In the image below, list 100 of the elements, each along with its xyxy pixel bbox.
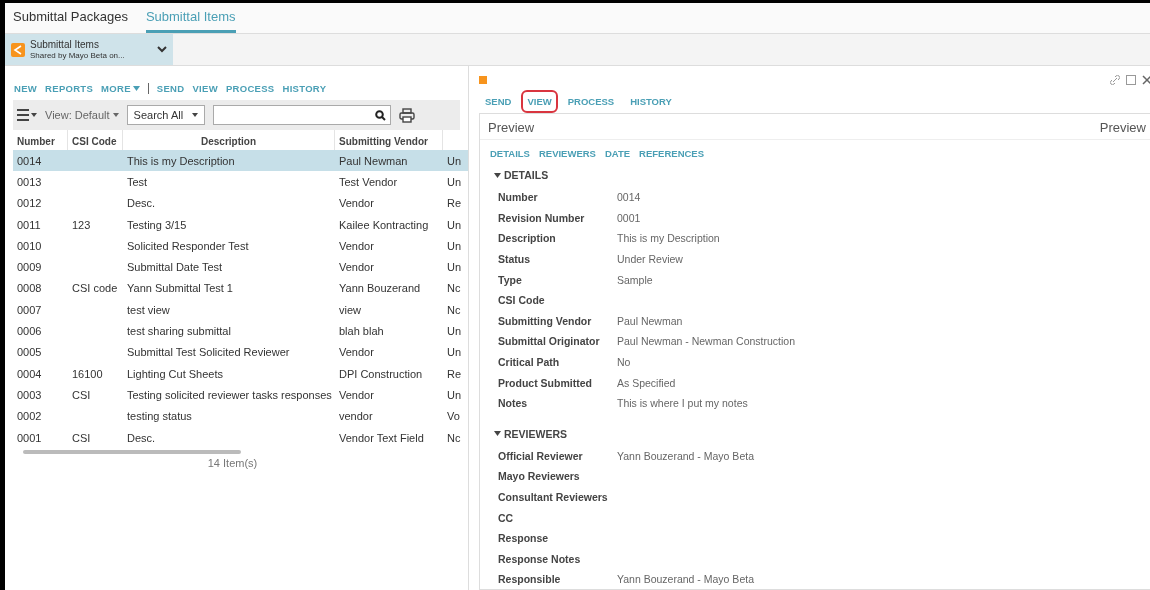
table-row[interactable]: 0012 Desc. Vendor Re bbox=[13, 192, 468, 214]
field-value: No bbox=[617, 356, 632, 369]
table-cell: Submittal Test Solicited Reviewer bbox=[127, 346, 290, 359]
preview-title: Preview bbox=[1099, 120, 1146, 135]
table-cell: Un bbox=[447, 346, 462, 359]
field-label: Response bbox=[498, 532, 550, 545]
table-cell: 0002 bbox=[17, 410, 42, 423]
link-icon[interactable] bbox=[1110, 75, 1120, 85]
table-cell: Testing 3/15 bbox=[127, 218, 187, 231]
caret-icon bbox=[494, 431, 501, 437]
table-cell: Un bbox=[447, 388, 462, 401]
table-cell: Kailee Kontracting bbox=[339, 218, 429, 231]
caret-icon bbox=[112, 113, 119, 117]
field-label: Number bbox=[498, 191, 539, 204]
table-cell: Vendor bbox=[339, 197, 374, 210]
table-row[interactable]: 0002 testing status vendor Vo bbox=[13, 405, 468, 427]
view-selector[interactable]: View: Default bbox=[45, 109, 119, 121]
field-label: Submittal Originator bbox=[498, 335, 601, 348]
printer-icon[interactable] bbox=[398, 107, 415, 123]
field-value: 0014 bbox=[617, 191, 642, 204]
table-row[interactable]: 0008 CSI code Yann Submittal Test 1 Yann Bouzerand Nc bbox=[13, 277, 468, 300]
close-icon[interactable] bbox=[1142, 75, 1150, 85]
section-header[interactable]: REVIEWERS bbox=[480, 421, 1150, 446]
table-cell: Vendor bbox=[339, 346, 374, 359]
table-row[interactable]: 0011 123 Testing 3/15 Kailee Kontracting Un bbox=[13, 213, 468, 236]
table-cell: testing status bbox=[127, 410, 192, 423]
field-label: CSI Code bbox=[498, 294, 546, 307]
field-label: Consultant Reviewers bbox=[498, 491, 609, 503]
table-cell: 0011 bbox=[17, 218, 41, 231]
table-cell: Paul Newman bbox=[339, 154, 408, 167]
table-cell: 0014 bbox=[17, 154, 42, 167]
section-header[interactable]: DETAILS bbox=[480, 163, 1150, 187]
table-cell: Vo bbox=[447, 410, 460, 423]
table-cell: Lighting Cut Sheets bbox=[127, 367, 223, 380]
table-cell: 0003 bbox=[17, 388, 42, 401]
table-row[interactable]: 0010 Solicited Responder Test Vendor Un bbox=[13, 235, 468, 257]
table-cell: This is my Description bbox=[127, 154, 235, 167]
table-cell: 0006 bbox=[17, 325, 42, 337]
field-value: Paul Newman - Newman Construction bbox=[617, 335, 796, 348]
field-label: Response Notes bbox=[498, 552, 582, 565]
table-cell: Nc bbox=[447, 431, 461, 444]
preview-title: Preview bbox=[488, 120, 535, 135]
field-label: Submitting Vendor bbox=[498, 314, 593, 327]
field-label: Revision Number bbox=[498, 211, 586, 224]
field-label: CC bbox=[498, 511, 515, 524]
field-value: Yann Bouzerand - Mayo Beta bbox=[617, 573, 755, 586]
table-cell: 0001 bbox=[17, 431, 42, 444]
table-row[interactable]: 0014 This is my Description Paul Newman Un bbox=[13, 150, 468, 172]
shared-view-selector[interactable]: Submittal Items Shared by Mayo Beta on... bbox=[5, 34, 173, 65]
field-label: Notes bbox=[498, 397, 529, 410]
field-value: Yann Bouzerand - Mayo Beta bbox=[617, 449, 755, 462]
menu-icon[interactable] bbox=[17, 109, 37, 121]
table-cell: 0007 bbox=[17, 303, 42, 316]
table-cell: blah blah bbox=[339, 325, 384, 337]
field-value: Paul Newman bbox=[617, 314, 684, 327]
table-row[interactable]: 0003 CSI Testing solicited reviewer tasks responses Vendor Un bbox=[13, 384, 468, 406]
table-cell: Nc bbox=[447, 303, 461, 316]
tab[interactable]: Submittal Packages bbox=[13, 3, 128, 33]
table-row[interactable]: 0007 test view view Nc bbox=[13, 299, 468, 321]
view-subtitle: Shared by Mayo Beta on... bbox=[30, 49, 126, 61]
table-cell: Un bbox=[447, 325, 462, 337]
caret-icon bbox=[132, 85, 140, 91]
table-cell: Nc bbox=[447, 282, 461, 295]
table-cell: Yann Submittal Test 1 bbox=[127, 282, 233, 295]
field-value: Sample bbox=[617, 273, 654, 286]
table-cell: Test Vendor bbox=[339, 175, 398, 188]
field-label: Responsible bbox=[498, 573, 562, 586]
table-row[interactable]: 0005 Submittal Test Solicited Reviewer Vendor Un bbox=[13, 341, 468, 363]
table-cell: CSI bbox=[72, 388, 91, 401]
search-icon[interactable] bbox=[374, 109, 386, 121]
table-cell: Vendor bbox=[339, 261, 374, 274]
table-row[interactable]: 0006 test sharing submittal blah blah Un bbox=[13, 320, 468, 342]
caret-icon bbox=[191, 113, 198, 117]
table-row[interactable]: 0013 Test Test Vendor Un bbox=[13, 171, 468, 193]
item-count: 14 Item(s) bbox=[206, 457, 259, 470]
table-cell: Testing solicited reviewer tasks responses bbox=[127, 388, 332, 401]
table-row[interactable]: 0001 CSI Desc. Vendor Text Field Nc bbox=[13, 426, 468, 449]
table-cell: 0013 bbox=[17, 175, 42, 188]
table-cell: Submittal Date Test bbox=[127, 261, 223, 274]
field-label: Critical Path bbox=[498, 356, 561, 369]
table-row[interactable]: 0004 16100 Lighting Cut Sheets DPI Construction Re bbox=[13, 362, 468, 385]
table-cell: Yann Bouzerand bbox=[339, 282, 421, 295]
caret-icon bbox=[494, 172, 501, 178]
maximize-icon[interactable] bbox=[1126, 75, 1136, 85]
search-scope-select[interactable]: Search All bbox=[126, 105, 205, 125]
table-cell: test view bbox=[127, 303, 170, 316]
table-cell: 123 bbox=[72, 218, 91, 231]
table-cell: Un bbox=[447, 154, 462, 167]
field-label: Status bbox=[498, 253, 532, 266]
table-cell: Un bbox=[447, 261, 462, 274]
field-label: Product Submitted bbox=[498, 376, 593, 389]
table-cell: Desc. bbox=[127, 197, 156, 210]
table-cell: Un bbox=[447, 175, 462, 188]
table-cell: vendor bbox=[339, 410, 373, 423]
field-label: Mayo Reviewers bbox=[498, 470, 581, 483]
table-cell: Vendor Text Field bbox=[339, 431, 424, 444]
field-value: This is my Description bbox=[617, 232, 721, 245]
search-field[interactable] bbox=[212, 105, 391, 125]
table-row[interactable]: 0009 Submittal Date Test Vendor Un bbox=[13, 256, 468, 278]
table-cell: 0010 bbox=[17, 239, 42, 252]
